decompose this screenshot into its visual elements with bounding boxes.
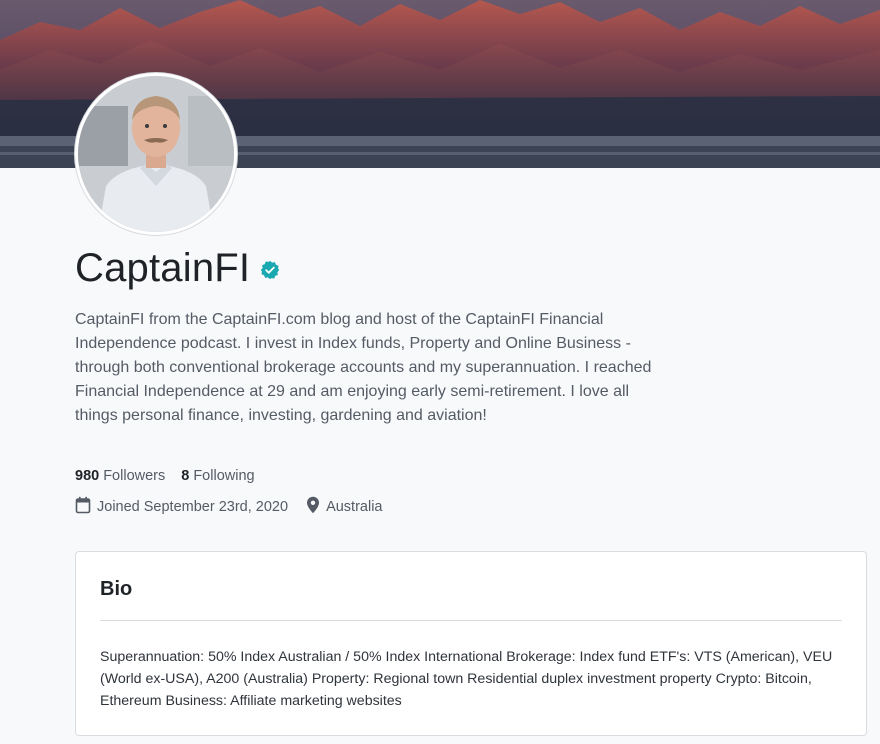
avatar[interactable] bbox=[75, 73, 237, 235]
following-count: 8 bbox=[181, 468, 190, 484]
profile-description: CaptainFI from the CaptainFI.com blog an… bbox=[75, 311, 652, 424]
profile-header: CaptainFI bbox=[75, 243, 280, 293]
location: Australia bbox=[306, 496, 382, 518]
bio-card: Bio Superannuation: 50% Index Australian… bbox=[75, 551, 867, 736]
bio-divider bbox=[100, 620, 842, 621]
profile-name: CaptainFI bbox=[75, 245, 251, 290]
location-pin-icon bbox=[306, 496, 320, 518]
following-label: Following bbox=[193, 468, 255, 484]
profile-meta: Joined September 23rd, 2020 Australia bbox=[75, 496, 382, 518]
verified-badge-icon bbox=[260, 260, 280, 280]
joined-date: Joined September 23rd, 2020 bbox=[75, 496, 288, 518]
following-link[interactable]: 8 Following bbox=[181, 468, 254, 484]
bio-title: Bio bbox=[100, 578, 133, 600]
calendar-icon bbox=[75, 496, 91, 518]
bio-text: Superannuation: 50% Index Australian / 5… bbox=[100, 649, 833, 709]
profile-photo bbox=[78, 76, 234, 232]
follow-stats: 980 Followers 8 Following bbox=[75, 468, 255, 484]
followers-label: Followers bbox=[103, 468, 166, 484]
followers-link[interactable]: 980 Followers bbox=[75, 468, 165, 484]
followers-count: 980 bbox=[75, 468, 100, 484]
joined-text: Joined September 23rd, 2020 bbox=[97, 499, 289, 515]
location-text: Australia bbox=[326, 499, 383, 515]
